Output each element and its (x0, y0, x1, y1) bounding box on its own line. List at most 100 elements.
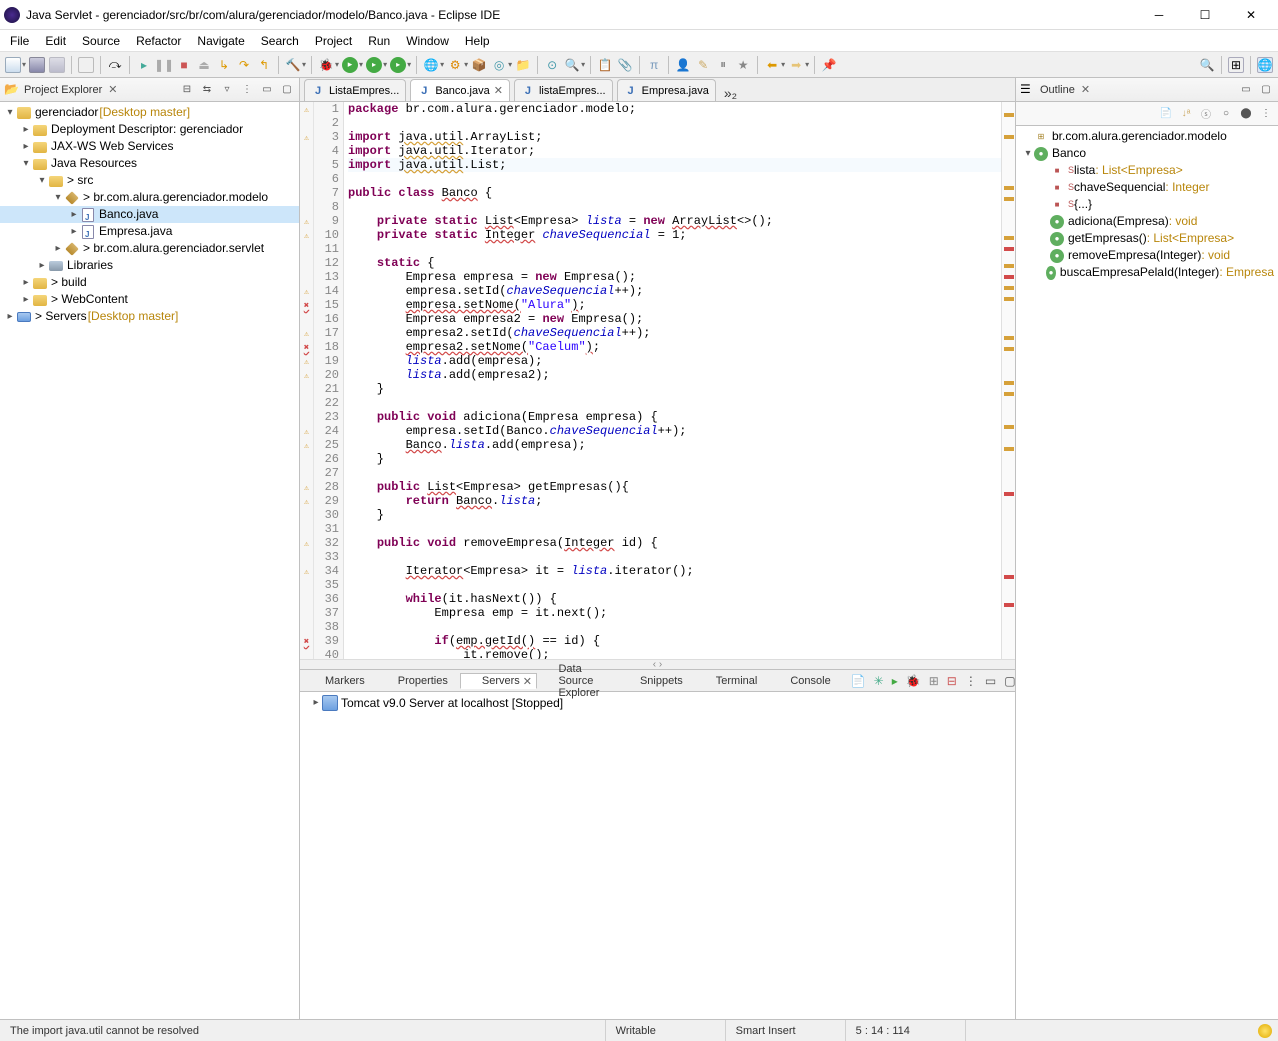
maximize-view-icon[interactable]: ▢ (1004, 673, 1015, 689)
filter-icon[interactable]: ▿ (219, 82, 235, 98)
tree-item[interactable]: ▸Banco.java (0, 206, 299, 223)
twisty-icon[interactable]: ▸ (310, 697, 322, 708)
outline-item[interactable]: ■ S chaveSequencial : Integer (1016, 179, 1278, 196)
horizontal-scrollbar[interactable]: ‹ › (300, 659, 1015, 669)
forward-icon[interactable]: ➡ (788, 57, 804, 73)
paste-icon[interactable]: 📋 (597, 57, 613, 73)
outline-item[interactable]: ■ S {...} (1016, 196, 1278, 213)
profile-icon[interactable]: ⊞ (929, 673, 939, 689)
editor-tab[interactable]: JlistaEmpres... (514, 79, 613, 101)
build-icon[interactable]: 🔨 (285, 57, 301, 73)
tree-item[interactable]: ▸Empresa.java (0, 223, 299, 240)
annotation-icon[interactable]: 👤 (675, 57, 691, 73)
disconnect-icon[interactable]: ⏏ (196, 57, 212, 73)
terminate-icon[interactable]: ■ (176, 57, 192, 73)
bottom-tab-console[interactable]: Console (769, 674, 834, 688)
hide-nonpublic-icon[interactable]: ○ (1218, 106, 1234, 122)
link-icon[interactable]: 📎 (617, 57, 633, 73)
outline-item[interactable]: ●getEmpresas() : List<Empresa> (1016, 230, 1278, 247)
expand-icon[interactable]: ▸ (36, 257, 48, 274)
expand-icon[interactable]: ▸ (20, 121, 32, 138)
outline-item[interactable]: ●buscaEmpresaPelaId(Integer) : Empresa (1016, 264, 1278, 281)
push-icon[interactable]: ★ (735, 57, 751, 73)
menu-navigate[interactable]: Navigate (189, 32, 252, 50)
collapse-icon[interactable]: ▾ (52, 189, 64, 206)
twisty-icon[interactable]: ▾ (1022, 145, 1034, 162)
tip-bulb-icon[interactable] (1258, 1024, 1272, 1038)
server-row[interactable]: ▸ Tomcat v9.0 Server at localhost [Stopp… (306, 694, 1009, 711)
new-class-icon[interactable]: ◎ (491, 57, 507, 73)
tree-item[interactable]: ▸> br.com.alura.gerenciador.servlet (0, 240, 299, 257)
view-close-icon[interactable]: ✕ (108, 83, 117, 96)
hide-fields-icon[interactable]: ↓ᵃ (1178, 106, 1194, 122)
pin-editor-icon[interactable]: 📌 (821, 57, 837, 73)
java-ee-perspective-icon[interactable]: 🌐 (1257, 57, 1273, 73)
tree-item[interactable]: ▾> src (0, 172, 299, 189)
minimize-view-icon[interactable]: ▭ (985, 673, 996, 689)
start-server-icon[interactable]: ▸ (892, 673, 898, 689)
open-perspective-icon[interactable]: ⊞ (1228, 57, 1244, 73)
minimize-button[interactable]: ─ (1136, 0, 1182, 30)
step-into-icon[interactable]: ↳ (216, 57, 232, 73)
servers-view[interactable]: ▸ Tomcat v9.0 Server at localhost [Stopp… (300, 692, 1015, 1019)
menu-help[interactable]: Help (457, 32, 498, 50)
collapse-icon[interactable]: ▾ (20, 155, 32, 172)
minimize-view-icon[interactable]: ▭ (1238, 82, 1254, 98)
bottom-tab-properties[interactable]: Properties (377, 674, 452, 688)
step-over-icon[interactable]: ↷ (236, 57, 252, 73)
new-server-icon[interactable]: 🌐 (423, 57, 439, 73)
overview-ruler[interactable] (1001, 102, 1015, 659)
tab-close-icon[interactable]: ✕ (523, 675, 532, 688)
menu-source[interactable]: Source (74, 32, 128, 50)
sort-icon[interactable]: 📄 (1158, 106, 1174, 122)
expand-icon[interactable]: ▸ (52, 240, 64, 257)
tab-close-icon[interactable]: ✕ (494, 84, 503, 97)
menu-file[interactable]: File (2, 32, 37, 50)
view-menu-icon[interactable]: ⋮ (1258, 106, 1274, 122)
resume-icon[interactable]: ▸ (136, 57, 152, 73)
bottom-tab-snippets[interactable]: Snippets (619, 674, 687, 688)
menu-edit[interactable]: Edit (37, 32, 74, 50)
outline-item[interactable]: ⊞br.com.alura.gerenciador.modelo (1016, 128, 1278, 145)
switch-editor-icon[interactable] (78, 57, 94, 73)
tree-item[interactable]: ▸Libraries (0, 257, 299, 274)
link-editor-icon[interactable]: ⇆ (199, 82, 215, 98)
view-menu-icon[interactable]: ⋮ (965, 673, 977, 689)
back-icon[interactable]: ⬅ (764, 57, 780, 73)
debug-server-icon[interactable]: 🐞 (906, 673, 921, 689)
dropdown-icon[interactable]: ▾ (22, 60, 26, 69)
bottom-tab-terminal[interactable]: Terminal (695, 674, 762, 688)
expand-icon[interactable]: ▸ (20, 274, 32, 291)
bottom-tab-markers[interactable]: Markers (304, 674, 369, 688)
new-dyn-web-icon[interactable]: ⚙ (447, 57, 463, 73)
suspend-icon[interactable]: ❚❚ (156, 57, 172, 73)
step-return-icon[interactable]: ↰ (256, 57, 272, 73)
outline-item[interactable]: ▾●Banco (1016, 145, 1278, 162)
source-area[interactable]: package br.com.alura.gerenciador.modelo;… (344, 102, 1001, 659)
minimize-view-icon[interactable]: ▭ (259, 82, 275, 98)
collapse-all-icon[interactable]: ⊟ (179, 82, 195, 98)
team-icon[interactable]: π (646, 57, 662, 73)
menu-window[interactable]: Window (398, 32, 457, 50)
more-tabs-icon[interactable]: »₂ (720, 85, 741, 101)
tree-item[interactable]: ▾> br.com.alura.gerenciador.modelo (0, 189, 299, 206)
collapse-icon[interactable]: ▾ (4, 104, 16, 121)
expand-icon[interactable]: ▸ (20, 291, 32, 308)
editor-tab[interactable]: JListaEmpres... (304, 79, 406, 101)
tree-item[interactable]: ▾Java Resources (0, 155, 299, 172)
hide-local-icon[interactable]: ⬤ (1238, 106, 1254, 122)
maximize-view-icon[interactable]: ▢ (279, 82, 295, 98)
tree-item[interactable]: ▸> Servers [Desktop master] (0, 308, 299, 325)
view-close-icon[interactable]: ✕ (1081, 83, 1090, 96)
debug-icon[interactable]: 🐞 (318, 57, 334, 73)
coverage-icon[interactable]: ▸ (366, 57, 382, 73)
quick-access-icon[interactable]: 🔍 (1199, 57, 1215, 73)
view-menu-icon[interactable]: ⋮ (239, 82, 255, 98)
tree-item[interactable]: ▸> WebContent (0, 291, 299, 308)
menu-refactor[interactable]: Refactor (128, 32, 189, 50)
expand-icon[interactable]: ▸ (68, 223, 80, 240)
code-editor[interactable]: 1234567891011121314151617181920212223242… (300, 102, 1015, 659)
collapse-icon[interactable]: ▾ (36, 172, 48, 189)
tree-item[interactable]: ▸JAX-WS Web Services (0, 138, 299, 155)
open-type-icon[interactable]: ⊙ (544, 57, 560, 73)
